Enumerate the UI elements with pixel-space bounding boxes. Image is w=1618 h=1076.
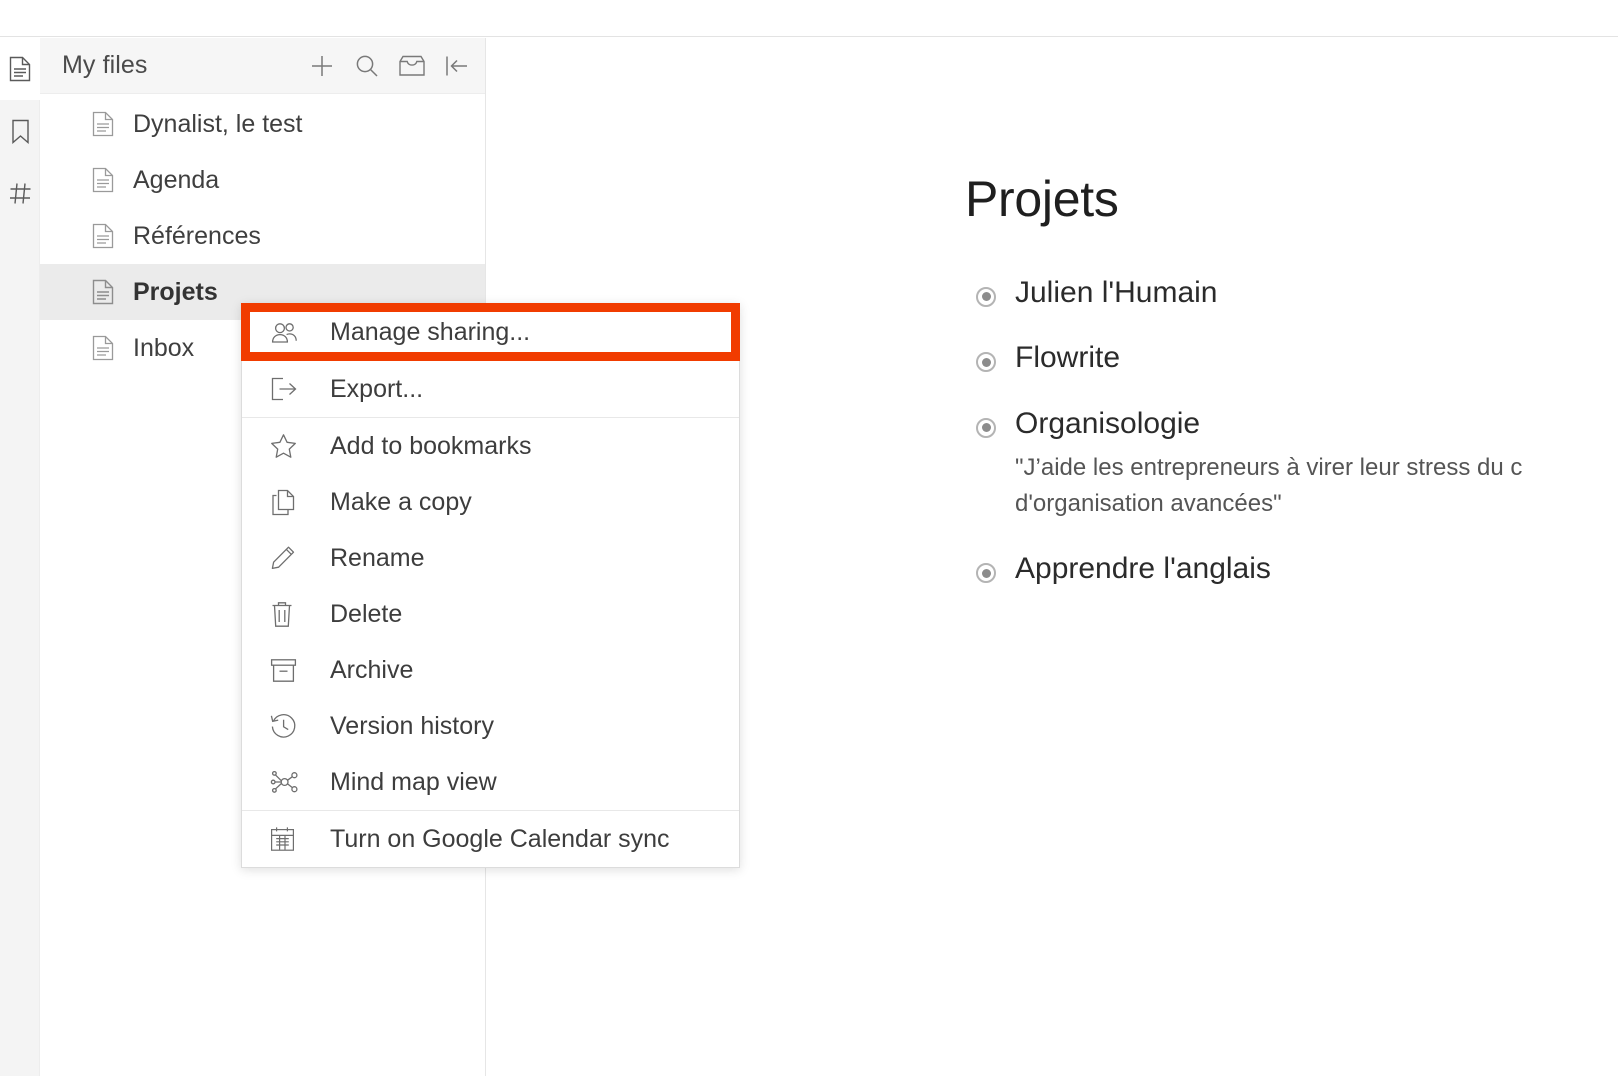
- file-row[interactable]: Références: [40, 208, 485, 264]
- rail-item-documents[interactable]: [0, 38, 40, 100]
- menu-item-rename[interactable]: Rename: [242, 530, 739, 586]
- menu-item-label: Rename: [330, 543, 425, 572]
- menu-item-label: Export...: [330, 374, 424, 403]
- menu-item-label: Archive: [330, 655, 414, 684]
- menu-item-add-to-bookmarks[interactable]: Add to bookmarks: [242, 418, 739, 474]
- document-icon: [92, 111, 118, 137]
- menu-item-label: Version history: [330, 711, 494, 740]
- rail-item-bookmarks[interactable]: [0, 100, 40, 162]
- file-row-label: Inbox: [133, 333, 195, 362]
- pencil-icon: [270, 543, 304, 573]
- left-icon-rail: [0, 38, 40, 1076]
- outline-node-text: Julien l'Humain: [1015, 275, 1218, 309]
- inbox-icon[interactable]: [398, 52, 426, 80]
- tags-icon: [9, 182, 32, 205]
- bullet-icon[interactable]: [976, 417, 996, 438]
- menu-item-label: Manage sharing...: [330, 318, 531, 346]
- file-row[interactable]: Agenda: [40, 152, 485, 208]
- bookmarks-icon: [11, 119, 30, 144]
- outline-document: Projets Julien l'Humain Flowrite Organis…: [965, 173, 1618, 588]
- outline-node-text: Flowrite: [1015, 341, 1121, 374]
- clock-history-icon: [270, 711, 304, 741]
- bullet-icon[interactable]: [976, 563, 996, 583]
- context-menu-group: Add to bookmarks Make a copy Rename Dele…: [242, 418, 739, 810]
- file-row-label: Agenda: [133, 165, 220, 194]
- export-icon: [270, 374, 304, 404]
- menu-item-export[interactable]: Export...: [242, 361, 739, 417]
- outline-node[interactable]: Organisologie "J’aide les entrepreneurs …: [965, 405, 1618, 523]
- menu-item-version-history[interactable]: Version history: [242, 698, 739, 754]
- menu-item-delete[interactable]: Delete: [242, 586, 739, 642]
- outline-node-text: Apprendre l'anglais: [1015, 552, 1271, 585]
- documents-icon: [9, 56, 31, 82]
- star-icon: [270, 431, 304, 461]
- context-menu-group: Manage sharing... Export...: [242, 304, 739, 417]
- document-context-menu: Manage sharing... Export... Add to bookm…: [241, 303, 740, 868]
- file-row-label: Dynalist, le test: [133, 109, 303, 138]
- menu-item-label: Make a copy: [330, 487, 472, 516]
- app-root: My files Dynalist, le test Agenda Référe…: [0, 0, 1618, 1076]
- document-icon: [92, 335, 118, 361]
- menu-item-manage-sharing[interactable]: Manage sharing...: [242, 304, 739, 361]
- document-icon: [92, 167, 118, 193]
- outline-node[interactable]: Flowrite: [965, 339, 1618, 377]
- share-users-icon: [270, 318, 304, 348]
- menu-item-label: Turn on Google Calendar sync: [330, 824, 670, 853]
- sidebar-title: My files: [62, 51, 148, 79]
- document-icon: [92, 223, 118, 249]
- trash-icon: [270, 599, 304, 629]
- copy-icon: [270, 487, 304, 517]
- outline-node-note: "J’aide les entrepreneurs à virer leur s…: [1015, 454, 1523, 517]
- menu-item-label: Add to bookmarks: [330, 431, 532, 460]
- page-title: Projets: [965, 171, 1119, 227]
- menu-item-mind-map-view[interactable]: Mind map view: [242, 754, 739, 810]
- outline-node-text: Organisologie: [1015, 406, 1201, 440]
- context-menu-group: Turn on Google Calendar sync: [242, 811, 739, 867]
- file-row-label: Projets: [133, 277, 218, 306]
- search-icon[interactable]: [353, 52, 381, 80]
- bullet-icon[interactable]: [976, 352, 996, 372]
- window-top-strip: [0, 0, 1618, 37]
- outline-node[interactable]: Julien l'Humain: [965, 274, 1618, 312]
- collapse-sidebar-icon[interactable]: [443, 52, 471, 80]
- mind-map-icon: [270, 767, 304, 797]
- menu-item-archive[interactable]: Archive: [242, 642, 739, 698]
- menu-item-label: Mind map view: [330, 767, 497, 796]
- archive-box-icon: [270, 655, 304, 685]
- bullet-icon[interactable]: [976, 286, 996, 307]
- sidebar-header: My files: [40, 38, 485, 94]
- sidebar-header-actions: [308, 38, 471, 94]
- menu-item-label: Delete: [330, 599, 403, 628]
- document-icon: [92, 279, 118, 305]
- file-row[interactable]: Dynalist, le test: [40, 96, 485, 152]
- file-row-label: Références: [133, 221, 261, 250]
- menu-item-google-calendar-sync[interactable]: Turn on Google Calendar sync: [242, 811, 739, 867]
- calendar-icon: [270, 824, 304, 854]
- outline-node[interactable]: Apprendre l'anglais: [965, 550, 1618, 588]
- add-icon[interactable]: [308, 52, 336, 80]
- menu-item-make-a-copy[interactable]: Make a copy: [242, 474, 739, 530]
- rail-item-tags[interactable]: [0, 162, 40, 224]
